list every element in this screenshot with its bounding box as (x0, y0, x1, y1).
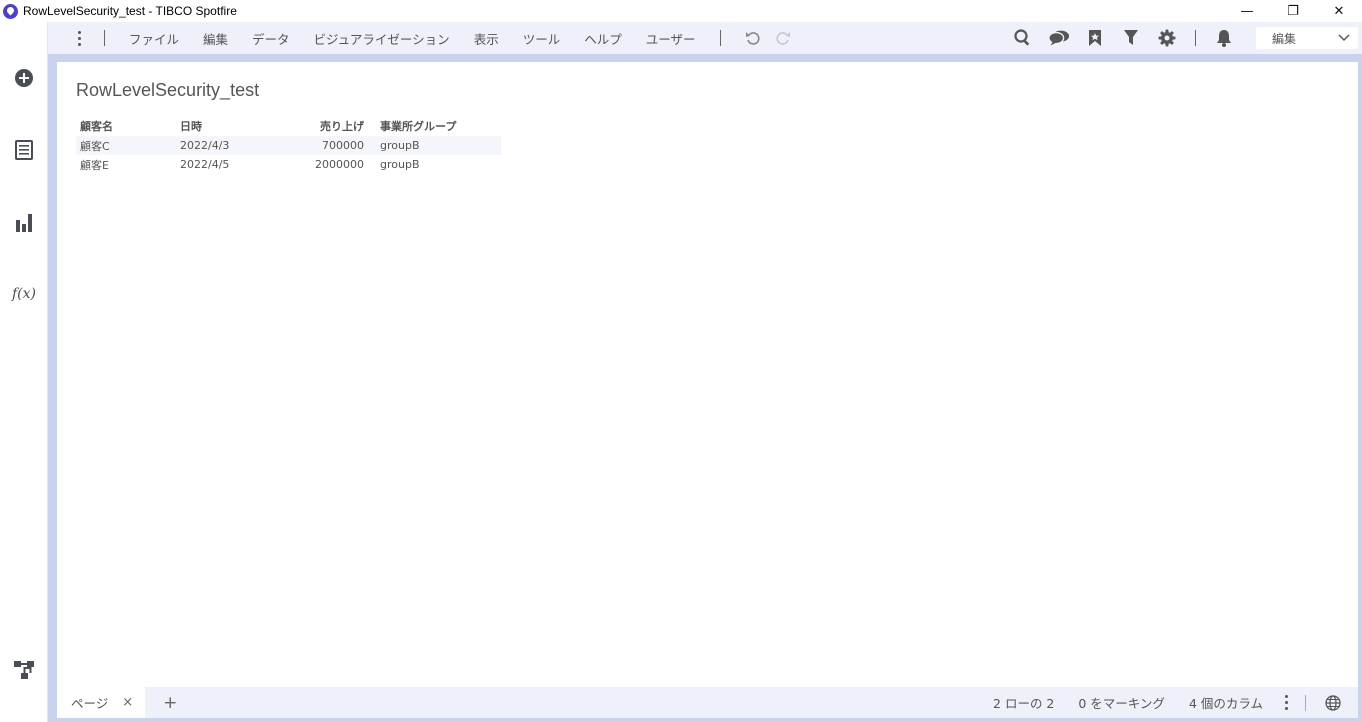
table-row[interactable]: 顧客C 2022/4/3 700000 groupB (76, 136, 501, 155)
table-header: 顧客名 日時 売り上げ 事業所グループ (76, 116, 501, 136)
menu-visualization[interactable]: ビジュアライゼーション (302, 29, 462, 48)
filter-icon[interactable] (1120, 27, 1142, 49)
data-flow-icon[interactable] (10, 656, 38, 684)
marking-count: 0 をマーキング (1078, 696, 1165, 711)
restore-button[interactable]: ❐ (1270, 0, 1316, 22)
menu-bar: ファイル 編集 データ ビジュアライゼーション 表示 ツール ヘルプ ユーザー (48, 22, 1362, 54)
add-circle-icon[interactable] (10, 64, 38, 92)
menu-data[interactable]: データ (240, 29, 302, 48)
notification-bell-icon[interactable] (1213, 27, 1235, 49)
window-title: RowLevelSecurity_test - TIBCO Spotfire (23, 4, 237, 18)
table-cell: 2000000 (315, 158, 364, 171)
page-tab[interactable]: ページ × (57, 687, 146, 718)
column-header[interactable]: 事業所グループ (372, 118, 501, 134)
status-info: 2 ローの 2 0 をマーキング 4 個のカラム (981, 687, 1358, 718)
close-window-button[interactable]: ✕ (1316, 0, 1362, 22)
column-header[interactable]: 売り上げ (276, 118, 372, 134)
undo-icon[interactable] (743, 28, 763, 48)
mode-select[interactable]: 編集 (1256, 27, 1358, 49)
menu-edit[interactable]: 編集 (191, 29, 240, 48)
toolbar-separator (1195, 30, 1196, 46)
menu-tools[interactable]: ツール (511, 29, 573, 48)
collaboration-icon[interactable] (1048, 27, 1070, 49)
title-bar: RowLevelSecurity_test - TIBCO Spotfire —… (0, 0, 1362, 22)
redo-icon[interactable] (773, 28, 793, 48)
bookmark-icon[interactable] (1084, 27, 1106, 49)
table-cell: 顧客C (80, 139, 110, 153)
settings-gear-icon[interactable] (1156, 27, 1178, 49)
table-cell: 顧客E (80, 158, 109, 172)
menu-view[interactable]: 表示 (462, 29, 511, 48)
table-cell: 700000 (322, 139, 364, 152)
table-row[interactable]: 顧客E 2022/4/5 2000000 groupB (76, 155, 501, 174)
data-list-icon[interactable] (10, 136, 38, 164)
spotfire-logo-icon (3, 3, 18, 19)
more-menu-icon[interactable] (74, 30, 84, 46)
function-icon[interactable]: f(x) (10, 280, 38, 308)
status-more-icon[interactable] (1281, 695, 1291, 710)
status-separator (1305, 694, 1306, 711)
add-page-button[interactable]: + (163, 693, 177, 713)
bar-chart-icon[interactable] (10, 208, 38, 236)
search-icon[interactable] (1012, 27, 1034, 49)
toolbar-right: 編集 (1005, 22, 1362, 54)
menu-help[interactable]: ヘルプ (572, 29, 634, 48)
status-bar: ページ × + 2 ローの 2 0 をマーキング 4 個のカラム (57, 687, 1358, 718)
table-cell: groupB (380, 139, 420, 152)
table-cell: 2022/4/5 (180, 158, 230, 171)
mode-select-value: 編集 (1272, 31, 1297, 46)
left-sidebar: f(x) (0, 22, 48, 722)
table-cell: 2022/4/3 (180, 139, 230, 152)
globe-icon[interactable] (1322, 692, 1344, 714)
window-controls: — ❐ ✕ (1224, 0, 1362, 22)
menu-file[interactable]: ファイル (117, 29, 191, 48)
columns-count: 4 個のカラム (1188, 696, 1263, 711)
table-cell: groupB (380, 158, 420, 171)
minimize-button[interactable]: — (1224, 0, 1270, 22)
close-tab-icon[interactable]: × (122, 695, 133, 710)
column-header[interactable]: 日時 (176, 118, 276, 134)
rows-count: 2 ローの 2 (993, 696, 1055, 711)
data-table[interactable]: 顧客名 日時 売り上げ 事業所グループ 顧客C 2022/4/3 700000 … (76, 116, 501, 174)
column-header[interactable]: 顧客名 (76, 118, 176, 134)
chevron-down-icon (1338, 34, 1350, 42)
visualization-title: RowLevelSecurity_test (76, 80, 260, 100)
menu-separator (104, 30, 105, 46)
menu-user[interactable]: ユーザー (634, 29, 708, 48)
menu-separator (719, 30, 721, 46)
page-tab-label: ページ (71, 696, 109, 711)
visualization-area: RowLevelSecurity_test 顧客名 日時 売り上げ 事業所グルー… (57, 62, 1358, 687)
